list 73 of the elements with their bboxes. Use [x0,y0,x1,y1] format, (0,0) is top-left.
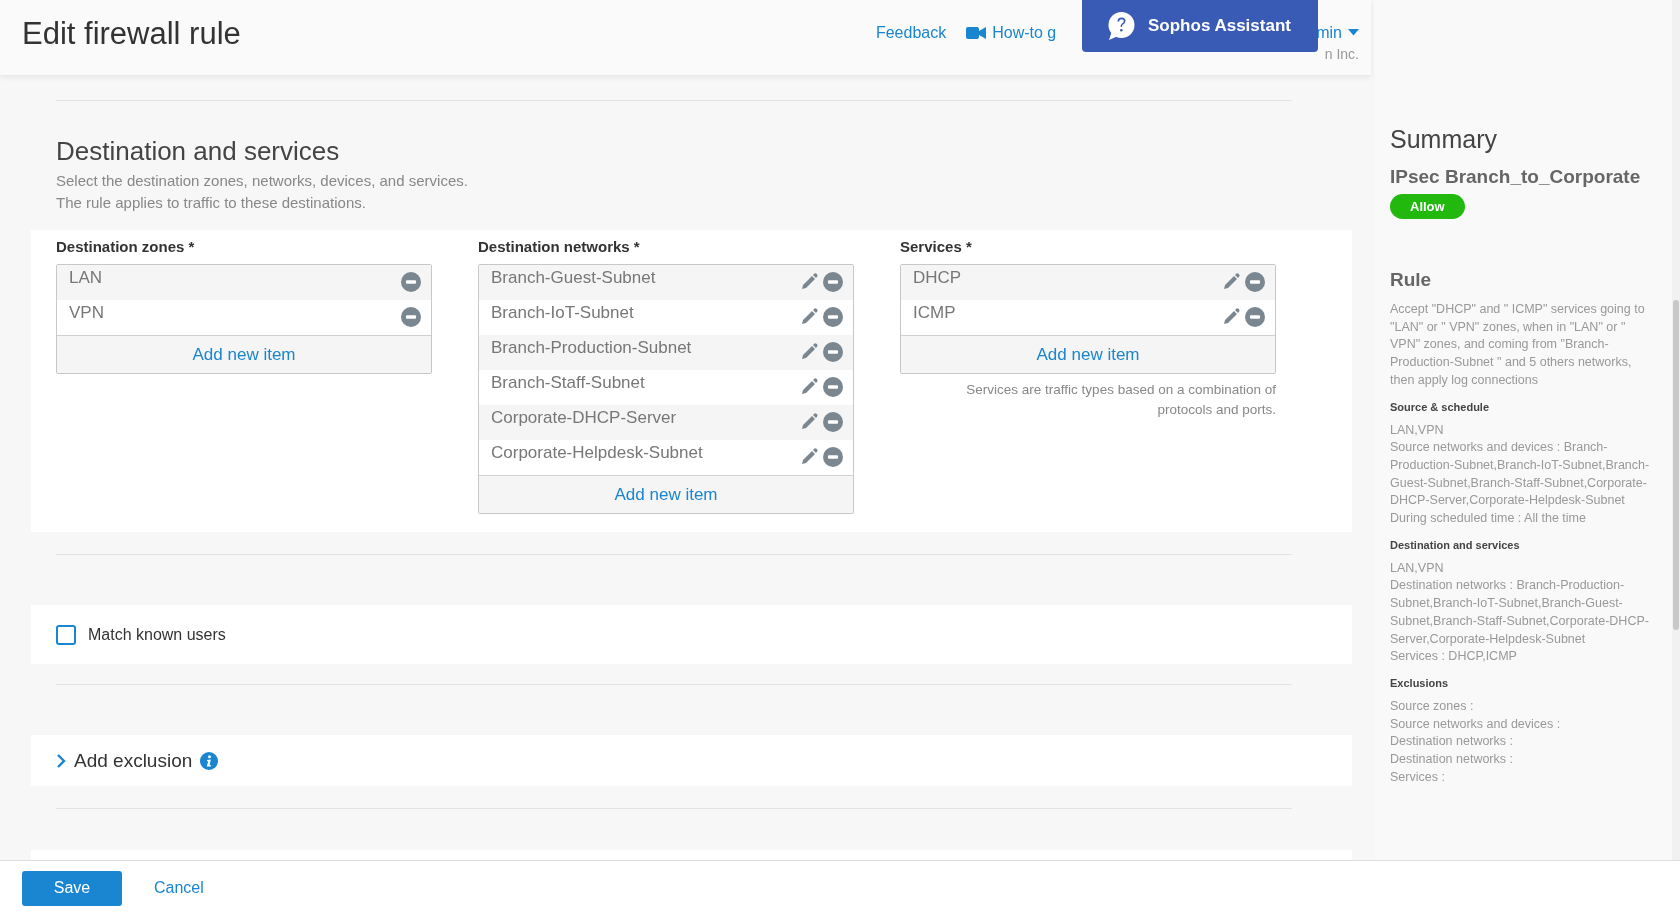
summary-text: LAN,VPN [1390,559,1445,577]
remove-icon[interactable] [1245,272,1265,292]
help-bubble-icon[interactable] [1106,11,1136,41]
remove-icon[interactable] [823,342,843,362]
pencil-icon[interactable] [799,307,819,327]
pencil-icon[interactable] [1221,272,1241,292]
summary-heading: Rule [1390,269,1433,291]
summary-text: During scheduled time : All the time [1390,510,1587,528]
pencil-icon[interactable] [1221,307,1241,327]
list-item: Branch-Staff-Subnet [491,372,646,393]
summary-text: Services : DHCP,ICMP [1390,648,1518,666]
summary-title: Summary [1390,125,1498,154]
list-item: Branch-IoT-Subnet [491,302,635,323]
action-badge: Allow [1390,194,1465,219]
field-label: Destination networks * [478,238,641,257]
rule-description: Accept "DHCP" and " ICMP" services going to "LAN" or " VPN" zones, when in "LAN" or " VPN" zones, and coming from "Branch-Production-Subnet " and 5 others networks, then apply log connections [1390,301,1646,389]
remove-icon[interactable] [823,377,843,397]
section-description: The rule applies to traffic to these destinations. [56,193,367,213]
help-text: Services are traffic types based on a combination of protocols and ports. [965,381,1276,419]
summary-text: Destination networks : [1390,751,1514,769]
list-item: DHCP [913,267,963,288]
remove-icon[interactable] [1245,307,1265,327]
list-item: LAN [69,267,104,288]
remove-icon[interactable] [823,307,843,327]
summary-text: Source networks and devices : Branch-Production-Subnet,Branch-IoT-Subnet,Branch-Guest-Subnet,Branch-Staff-Subnet,Corporate-DHCP-Server,Corporate-Helpdesk-Subnet [1390,439,1651,510]
add-item-button[interactable]: Add new item [479,475,853,513]
list-item: Branch-Production-Subnet [491,337,693,358]
remove-icon[interactable] [823,447,843,467]
assistant-button[interactable]: Sophos Assistant [1082,0,1318,52]
summary-text: LAN,VPN [1390,421,1445,439]
chevron-icon[interactable] [56,753,66,768]
summary-text: Destination networks : Branch-Production-Subnet,Branch-IoT-Subnet,Branch-Guest-Subnet,Branch-Staff-Subnet,Corporate-DHCP-Server,Corporate-Helpdesk-Subnet [1390,577,1650,648]
pencil-icon[interactable] [799,447,819,467]
add-item-button[interactable]: Add new item [57,335,431,373]
save-button[interactable]: Save [22,870,122,906]
summary-subheading: Exclusions [1390,676,1450,689]
expander-label[interactable]: Add exclusion [74,749,193,772]
field-label: Destination zones * [56,238,196,257]
pencil-icon[interactable] [799,272,819,292]
list-item: Corporate-DHCP-Server [491,407,678,428]
nav-link[interactable]: How-to g [966,23,1057,42]
summary-text: Source networks and devices : [1390,715,1562,733]
summary-subheading: Destination and services [1390,538,1521,551]
remove-icon[interactable] [401,272,421,292]
summary-text: Services : [1390,768,1446,786]
company-name: n Inc. [1324,45,1359,62]
checkbox[interactable] [56,624,76,645]
scrollbar-thumb[interactable] [1673,300,1679,630]
section-heading: Destination and services [56,136,341,166]
summary-text: Source zones : [1390,697,1475,715]
caret-icon [1348,29,1359,36]
field-label: Services * [900,238,973,257]
list-item: Branch-Guest-Subnet [491,267,657,288]
remove-icon[interactable] [401,307,421,327]
list-item: VPN [69,302,105,323]
cancel-link[interactable]: Cancel [154,879,204,897]
remove-icon[interactable] [823,412,843,432]
list-item: Corporate-Helpdesk-Subnet [491,442,704,463]
add-item-button[interactable]: Add new item [901,335,1275,373]
info-icon [200,751,219,770]
remove-icon[interactable] [823,272,843,292]
rule-name: IPsec Branch_to_Corporate [1390,166,1642,188]
video-camera-icon [966,25,987,40]
page-title: Edit firewall rule [22,15,242,52]
pencil-icon[interactable] [799,377,819,397]
section-description: Select the destination zones, networks, devices, and services. [56,171,469,191]
summary-text: Destination networks : [1390,733,1514,751]
list-item: ICMP [913,302,957,323]
pencil-icon[interactable] [799,412,819,432]
checkbox-label: Match known users [88,625,226,644]
nav-link[interactable]: Feedback [875,23,947,42]
pencil-icon[interactable] [799,342,819,362]
summary-subheading: Source & schedule [1390,400,1491,413]
